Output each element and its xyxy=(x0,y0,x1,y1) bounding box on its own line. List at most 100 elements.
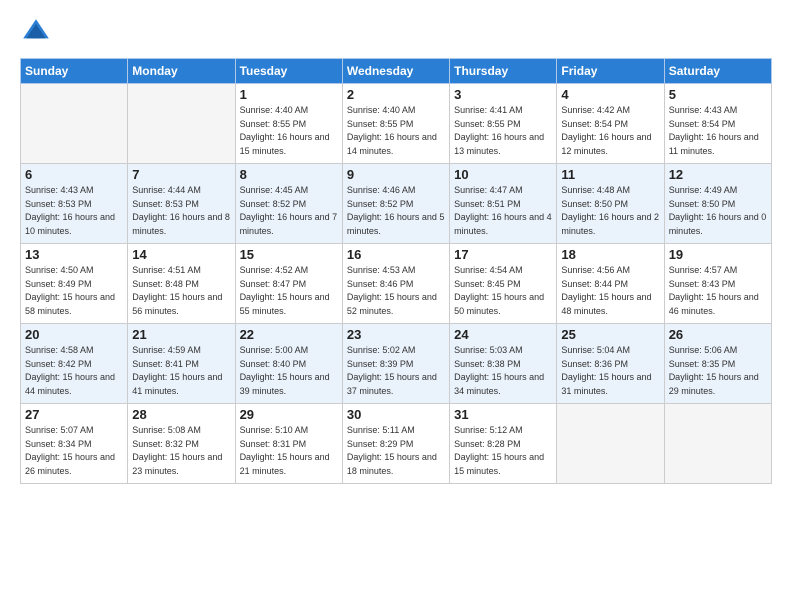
day-info: Sunrise: 5:12 AMSunset: 8:28 PMDaylight:… xyxy=(454,424,552,478)
day-info: Sunrise: 5:03 AMSunset: 8:38 PMDaylight:… xyxy=(454,344,552,398)
day-number: 10 xyxy=(454,167,552,182)
day-number: 5 xyxy=(669,87,767,102)
calendar-cell: 5 Sunrise: 4:43 AMSunset: 8:54 PMDaylight… xyxy=(664,84,771,164)
day-info: Sunrise: 4:53 AMSunset: 8:46 PMDaylight:… xyxy=(347,264,445,318)
day-info: Sunrise: 5:04 AMSunset: 8:36 PMDaylight:… xyxy=(561,344,659,398)
page: SundayMondayTuesdayWednesdayThursdayFrid… xyxy=(0,0,792,612)
calendar-cell: 23 Sunrise: 5:02 AMSunset: 8:39 PMDayligh… xyxy=(342,324,449,404)
calendar-table: SundayMondayTuesdayWednesdayThursdayFrid… xyxy=(20,58,772,484)
calendar-week-5: 27 Sunrise: 5:07 AMSunset: 8:34 PMDayligh… xyxy=(21,404,772,484)
logo xyxy=(20,16,56,48)
calendar-header-row: SundayMondayTuesdayWednesdayThursdayFrid… xyxy=(21,59,772,84)
weekday-header-friday: Friday xyxy=(557,59,664,84)
day-number: 6 xyxy=(25,167,123,182)
calendar-cell: 2 Sunrise: 4:40 AMSunset: 8:55 PMDaylight… xyxy=(342,84,449,164)
logo-icon xyxy=(20,16,52,48)
weekday-header-monday: Monday xyxy=(128,59,235,84)
calendar-cell: 15 Sunrise: 4:52 AMSunset: 8:47 PMDayligh… xyxy=(235,244,342,324)
calendar-cell: 20 Sunrise: 4:58 AMSunset: 8:42 PMDayligh… xyxy=(21,324,128,404)
day-info: Sunrise: 4:59 AMSunset: 8:41 PMDaylight:… xyxy=(132,344,230,398)
calendar-cell: 6 Sunrise: 4:43 AMSunset: 8:53 PMDaylight… xyxy=(21,164,128,244)
calendar-cell: 9Sunrise: 4:46 AMSunset: 8:52 PMDaylight… xyxy=(342,164,449,244)
day-info: Sunrise: 4:46 AMSunset: 8:52 PMDaylight:… xyxy=(347,184,445,238)
day-number: 31 xyxy=(454,407,552,422)
day-number: 20 xyxy=(25,327,123,342)
day-number: 30 xyxy=(347,407,445,422)
day-number: 13 xyxy=(25,247,123,262)
day-info: Sunrise: 4:56 AMSunset: 8:44 PMDaylight:… xyxy=(561,264,659,318)
day-info: Sunrise: 4:54 AMSunset: 8:45 PMDaylight:… xyxy=(454,264,552,318)
weekday-header-saturday: Saturday xyxy=(664,59,771,84)
calendar-cell: 3Sunrise: 4:41 AMSunset: 8:55 PMDaylight… xyxy=(450,84,557,164)
calendar-week-1: 1 Sunrise: 4:40 AMSunset: 8:55 PMDaylight… xyxy=(21,84,772,164)
day-info: Sunrise: 5:11 AMSunset: 8:29 PMDaylight:… xyxy=(347,424,445,478)
day-info: Sunrise: 4:40 AMSunset: 8:55 PMDaylight:… xyxy=(240,104,338,158)
calendar-cell: 19 Sunrise: 4:57 AMSunset: 8:43 PMDayligh… xyxy=(664,244,771,324)
calendar-week-2: 6 Sunrise: 4:43 AMSunset: 8:53 PMDaylight… xyxy=(21,164,772,244)
day-number: 8 xyxy=(240,167,338,182)
day-number: 27 xyxy=(25,407,123,422)
calendar-cell: 25 Sunrise: 5:04 AMSunset: 8:36 PMDayligh… xyxy=(557,324,664,404)
day-info: Sunrise: 5:10 AMSunset: 8:31 PMDaylight:… xyxy=(240,424,338,478)
day-number: 26 xyxy=(669,327,767,342)
day-number: 28 xyxy=(132,407,230,422)
calendar-cell xyxy=(664,404,771,484)
weekday-header-thursday: Thursday xyxy=(450,59,557,84)
day-number: 1 xyxy=(240,87,338,102)
calendar-cell: 13 Sunrise: 4:50 AMSunset: 8:49 PMDayligh… xyxy=(21,244,128,324)
day-number: 16 xyxy=(347,247,445,262)
day-info: Sunrise: 4:40 AMSunset: 8:55 PMDaylight:… xyxy=(347,104,445,158)
day-info: Sunrise: 4:43 AMSunset: 8:53 PMDaylight:… xyxy=(25,184,123,238)
day-info: Sunrise: 4:41 AMSunset: 8:55 PMDaylight:… xyxy=(454,104,552,158)
calendar-cell: 11Sunrise: 4:48 AMSunset: 8:50 PMDayligh… xyxy=(557,164,664,244)
calendar-cell: 8 Sunrise: 4:45 AMSunset: 8:52 PMDaylight… xyxy=(235,164,342,244)
calendar-cell: 21 Sunrise: 4:59 AMSunset: 8:41 PMDayligh… xyxy=(128,324,235,404)
calendar-cell: 27 Sunrise: 5:07 AMSunset: 8:34 PMDayligh… xyxy=(21,404,128,484)
day-info: Sunrise: 4:58 AMSunset: 8:42 PMDaylight:… xyxy=(25,344,123,398)
calendar-cell: 28Sunrise: 5:08 AMSunset: 8:32 PMDayligh… xyxy=(128,404,235,484)
calendar-cell: 7 Sunrise: 4:44 AMSunset: 8:53 PMDaylight… xyxy=(128,164,235,244)
calendar-week-4: 20 Sunrise: 4:58 AMSunset: 8:42 PMDayligh… xyxy=(21,324,772,404)
day-number: 23 xyxy=(347,327,445,342)
day-info: Sunrise: 4:43 AMSunset: 8:54 PMDaylight:… xyxy=(669,104,767,158)
day-number: 18 xyxy=(561,247,659,262)
day-number: 22 xyxy=(240,327,338,342)
weekday-header-sunday: Sunday xyxy=(21,59,128,84)
calendar-cell: 22 Sunrise: 5:00 AMSunset: 8:40 PMDayligh… xyxy=(235,324,342,404)
calendar-cell: 14 Sunrise: 4:51 AMSunset: 8:48 PMDayligh… xyxy=(128,244,235,324)
day-info: Sunrise: 4:52 AMSunset: 8:47 PMDaylight:… xyxy=(240,264,338,318)
day-number: 15 xyxy=(240,247,338,262)
day-number: 21 xyxy=(132,327,230,342)
day-number: 19 xyxy=(669,247,767,262)
weekday-header-wednesday: Wednesday xyxy=(342,59,449,84)
day-info: Sunrise: 5:00 AMSunset: 8:40 PMDaylight:… xyxy=(240,344,338,398)
day-info: Sunrise: 4:50 AMSunset: 8:49 PMDaylight:… xyxy=(25,264,123,318)
day-number: 7 xyxy=(132,167,230,182)
day-info: Sunrise: 4:57 AMSunset: 8:43 PMDaylight:… xyxy=(669,264,767,318)
day-info: Sunrise: 4:44 AMSunset: 8:53 PMDaylight:… xyxy=(132,184,230,238)
calendar-cell: 12Sunrise: 4:49 AMSunset: 8:50 PMDayligh… xyxy=(664,164,771,244)
header xyxy=(20,16,772,48)
calendar-cell: 18 Sunrise: 4:56 AMSunset: 8:44 PMDayligh… xyxy=(557,244,664,324)
calendar-cell: 30 Sunrise: 5:11 AMSunset: 8:29 PMDayligh… xyxy=(342,404,449,484)
day-number: 24 xyxy=(454,327,552,342)
weekday-header-tuesday: Tuesday xyxy=(235,59,342,84)
day-info: Sunrise: 4:47 AMSunset: 8:51 PMDaylight:… xyxy=(454,184,552,238)
day-number: 29 xyxy=(240,407,338,422)
calendar-cell xyxy=(128,84,235,164)
day-number: 17 xyxy=(454,247,552,262)
calendar-cell: 4Sunrise: 4:42 AMSunset: 8:54 PMDaylight… xyxy=(557,84,664,164)
day-number: 2 xyxy=(347,87,445,102)
day-info: Sunrise: 5:07 AMSunset: 8:34 PMDaylight:… xyxy=(25,424,123,478)
day-info: Sunrise: 4:49 AMSunset: 8:50 PMDaylight:… xyxy=(669,184,767,238)
day-info: Sunrise: 4:51 AMSunset: 8:48 PMDaylight:… xyxy=(132,264,230,318)
day-info: Sunrise: 4:45 AMSunset: 8:52 PMDaylight:… xyxy=(240,184,338,238)
day-info: Sunrise: 4:42 AMSunset: 8:54 PMDaylight:… xyxy=(561,104,659,158)
calendar-cell xyxy=(557,404,664,484)
calendar-week-3: 13 Sunrise: 4:50 AMSunset: 8:49 PMDayligh… xyxy=(21,244,772,324)
day-info: Sunrise: 5:02 AMSunset: 8:39 PMDaylight:… xyxy=(347,344,445,398)
calendar-cell xyxy=(21,84,128,164)
day-number: 25 xyxy=(561,327,659,342)
calendar-cell: 26Sunrise: 5:06 AMSunset: 8:35 PMDayligh… xyxy=(664,324,771,404)
day-number: 14 xyxy=(132,247,230,262)
